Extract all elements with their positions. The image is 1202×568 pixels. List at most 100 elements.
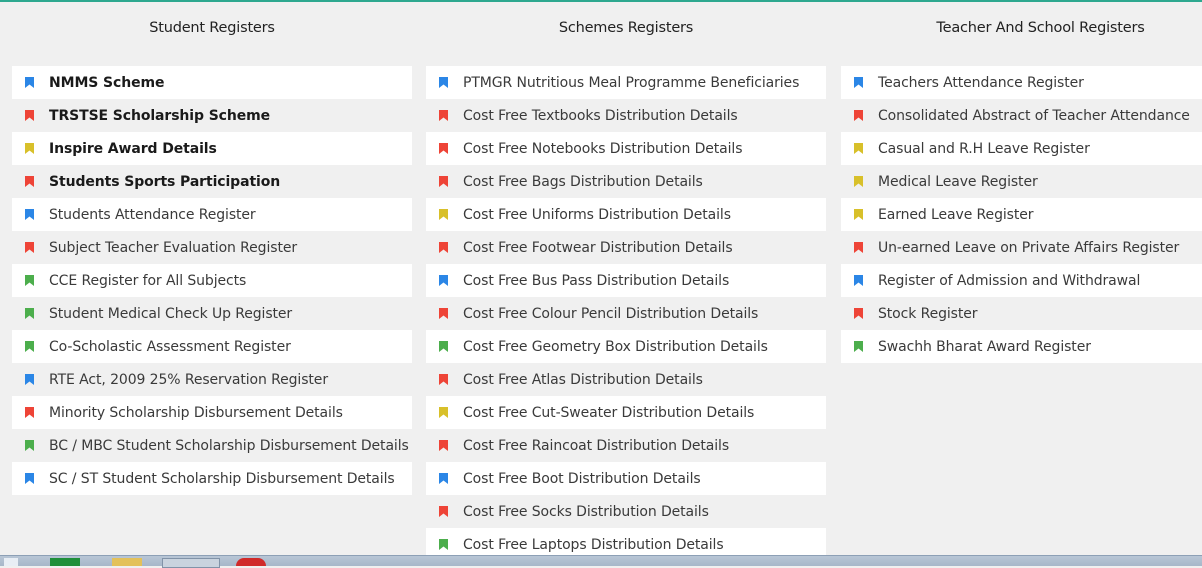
bookmark-icon (854, 143, 863, 154)
bookmark-icon (854, 242, 863, 253)
bookmark-icon (439, 308, 448, 319)
top-accent-line (0, 0, 1202, 2)
register-link[interactable]: CCE Register for All Subjects (12, 264, 412, 297)
register-list: Teachers Attendance Register Consolidated… (841, 66, 1202, 363)
register-link[interactable]: Earned Leave Register (841, 198, 1202, 231)
bookmark-icon (439, 440, 448, 451)
register-link[interactable]: Students Sports Participation (12, 165, 412, 198)
register-link[interactable]: Un-earned Leave on Private Affairs Regis… (841, 231, 1202, 264)
register-label: Cost Free Notebooks Distribution Details (463, 140, 743, 157)
register-label: Inspire Award Details (49, 140, 217, 157)
register-link[interactable]: Cost Free Notebooks Distribution Details (426, 132, 826, 165)
bookmark-icon (439, 143, 448, 154)
register-link[interactable]: Cost Free Raincoat Distribution Details (426, 429, 826, 462)
bookmark-icon (439, 242, 448, 253)
register-link[interactable]: Cost Free Footwear Distribution Details (426, 231, 826, 264)
register-link[interactable]: Stock Register (841, 297, 1202, 330)
register-link[interactable]: Student Medical Check Up Register (12, 297, 412, 330)
windows-taskbar (0, 555, 1202, 568)
register-link[interactable]: BC / MBC Student Scholarship Disbursemen… (12, 429, 412, 462)
register-label: Cost Free Textbooks Distribution Details (463, 107, 738, 124)
register-link[interactable]: Casual and R.H Leave Register (841, 132, 1202, 165)
register-link[interactable]: Teachers Attendance Register (841, 66, 1202, 99)
register-label: Swachh Bharat Award Register (878, 338, 1091, 355)
register-link[interactable]: TRSTSE Scholarship Scheme (12, 99, 412, 132)
register-label: CCE Register for All Subjects (49, 272, 247, 289)
register-link[interactable]: Co-Scholastic Assessment Register (12, 330, 412, 363)
bookmark-icon (439, 176, 448, 187)
register-link[interactable]: Swachh Bharat Award Register (841, 330, 1202, 363)
chrome-taskbar-icon[interactable] (162, 558, 220, 568)
register-label: Student Medical Check Up Register (49, 305, 293, 322)
register-link[interactable]: SC / ST Student Scholarship Disbursement… (12, 462, 412, 495)
register-link[interactable]: Subject Teacher Evaluation Register (12, 231, 412, 264)
bookmark-icon (25, 242, 34, 253)
register-link[interactable]: Cost Free Bags Distribution Details (426, 165, 826, 198)
bookmark-icon (854, 209, 863, 220)
register-label: Cost Free Uniforms Distribution Details (463, 206, 731, 223)
register-link[interactable]: Cost Free Bus Pass Distribution Details (426, 264, 826, 297)
bookmark-icon (439, 473, 448, 484)
bookmark-icon (25, 110, 34, 121)
register-label: Minority Scholarship Disbursement Detail… (49, 404, 343, 421)
register-label: Un-earned Leave on Private Affairs Regis… (878, 239, 1180, 256)
bookmark-icon (25, 473, 34, 484)
register-label: RTE Act, 2009 25% Reservation Register (49, 371, 328, 388)
register-link[interactable]: Consolidated Abstract of Teacher Attenda… (841, 99, 1202, 132)
bookmark-icon (854, 275, 863, 286)
register-label: BC / MBC Student Scholarship Disbursemen… (49, 437, 409, 454)
register-link[interactable]: Cost Free Geometry Box Distribution Deta… (426, 330, 826, 363)
register-label: Stock Register (878, 305, 978, 322)
register-label: NMMS Scheme (49, 74, 165, 91)
register-label: Students Attendance Register (49, 206, 256, 223)
bookmark-icon (25, 275, 34, 286)
bookmark-icon (439, 209, 448, 220)
register-label: Cost Free Laptops Distribution Details (463, 536, 724, 553)
register-list: PTMGR Nutritious Meal Programme Benefici… (426, 66, 826, 561)
register-label: Subject Teacher Evaluation Register (49, 239, 298, 256)
register-link[interactable]: Students Attendance Register (12, 198, 412, 231)
register-link[interactable]: RTE Act, 2009 25% Reservation Register (12, 363, 412, 396)
register-label: Consolidated Abstract of Teacher Attenda… (878, 107, 1190, 124)
register-label: Cost Free Footwear Distribution Details (463, 239, 733, 256)
bookmark-icon (439, 539, 448, 550)
bookmark-icon (439, 275, 448, 286)
column-title: Teacher And School Registers (936, 20, 1145, 36)
register-link[interactable]: Cost Free Boot Distribution Details (426, 462, 826, 495)
register-link[interactable]: Cost Free Cut-Sweater Distribution Detai… (426, 396, 826, 429)
register-label: SC / ST Student Scholarship Disbursement… (49, 470, 395, 487)
register-label: Cost Free Bags Distribution Details (463, 173, 703, 190)
register-label: Cost Free Socks Distribution Details (463, 503, 709, 520)
bookmark-icon (25, 374, 34, 385)
register-label: Students Sports Participation (49, 173, 281, 190)
bookmark-icon (25, 341, 34, 352)
bookmark-icon (25, 143, 34, 154)
register-label: Casual and R.H Leave Register (878, 140, 1090, 157)
bookmark-icon (25, 440, 34, 451)
register-link[interactable]: Cost Free Textbooks Distribution Details (426, 99, 826, 132)
register-label: Teachers Attendance Register (878, 74, 1084, 91)
register-label: Cost Free Raincoat Distribution Details (463, 437, 730, 454)
register-label: Medical Leave Register (878, 173, 1038, 190)
bookmark-icon (854, 308, 863, 319)
register-link[interactable]: Minority Scholarship Disbursement Detail… (12, 396, 412, 429)
bookmark-icon (439, 407, 448, 418)
register-link[interactable]: NMMS Scheme (12, 66, 412, 99)
register-link[interactable]: PTMGR Nutritious Meal Programme Benefici… (426, 66, 826, 99)
bookmark-icon (854, 110, 863, 121)
register-link[interactable]: Medical Leave Register (841, 165, 1202, 198)
bookmark-icon (854, 77, 863, 88)
register-link[interactable]: Cost Free Colour Pencil Distribution Det… (426, 297, 826, 330)
register-link[interactable]: Cost Free Uniforms Distribution Details (426, 198, 826, 231)
bookmark-icon (439, 341, 448, 352)
register-label: Cost Free Atlas Distribution Details (463, 371, 703, 388)
register-label: Co-Scholastic Assessment Register (49, 338, 291, 355)
register-link[interactable]: Inspire Award Details (12, 132, 412, 165)
register-link[interactable]: Cost Free Atlas Distribution Details (426, 363, 826, 396)
register-link[interactable]: Cost Free Socks Distribution Details (426, 495, 826, 528)
bookmark-icon (25, 407, 34, 418)
bookmark-icon (854, 176, 863, 187)
register-label: Cost Free Bus Pass Distribution Details (463, 272, 730, 289)
register-link[interactable]: Register of Admission and Withdrawal (841, 264, 1202, 297)
register-label: PTMGR Nutritious Meal Programme Benefici… (463, 74, 800, 91)
